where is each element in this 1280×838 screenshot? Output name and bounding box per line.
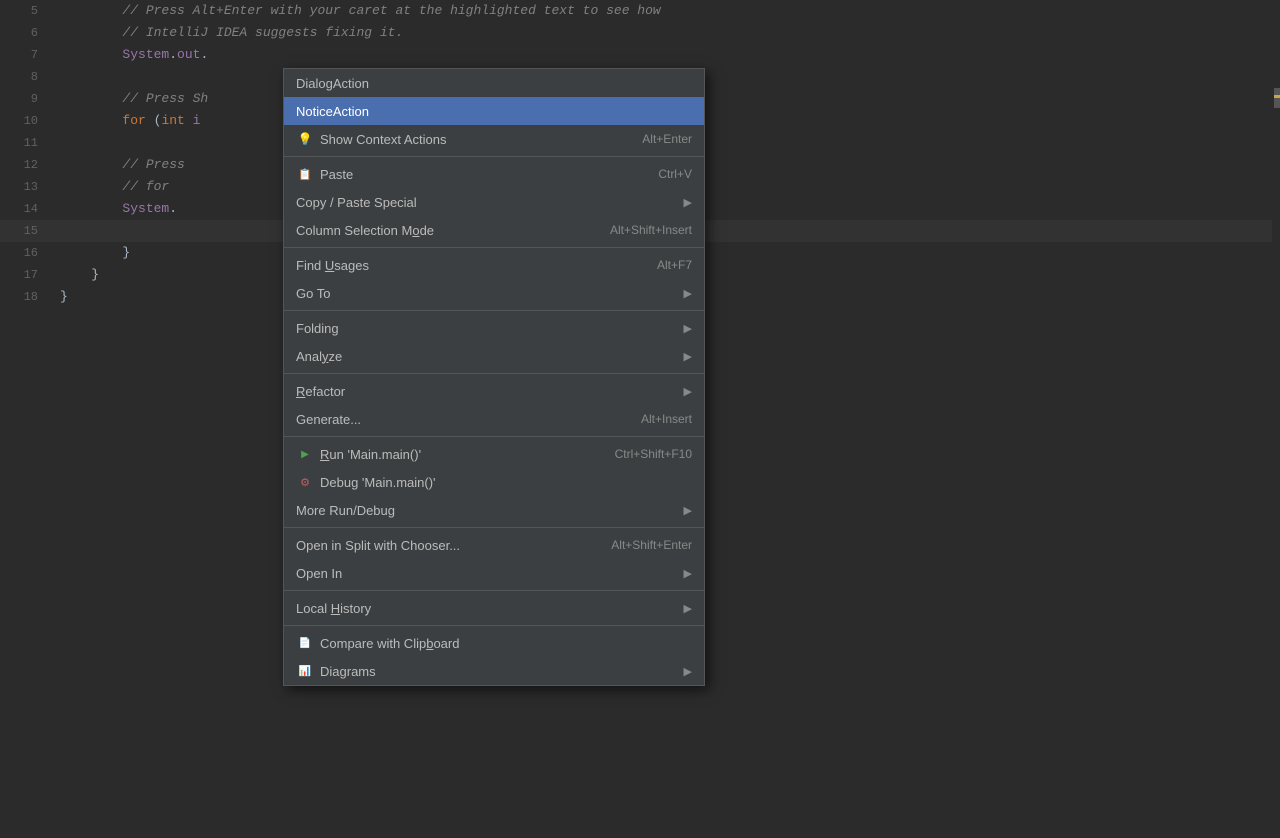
menu-item-run-main-label: Run 'Main.main()' xyxy=(320,447,615,462)
separator-5 xyxy=(284,436,704,437)
menu-item-open-in-label: Open In xyxy=(296,566,678,581)
menu-item-show-context-actions-shortcut: Alt+Enter xyxy=(642,132,692,146)
menu-item-compare-clipboard[interactable]: 📄 Compare with Clipboard xyxy=(284,629,704,657)
menu-item-diagrams[interactable]: 📊 Diagrams ▶ xyxy=(284,657,704,685)
menu-item-open-in-split-label: Open in Split with Chooser... xyxy=(296,538,611,553)
menu-item-folding[interactable]: Folding ▶ xyxy=(284,314,704,342)
separator-6 xyxy=(284,527,704,528)
debug-icon: ⚙ xyxy=(296,476,314,489)
compare-icon: 📄 xyxy=(296,638,314,649)
menu-item-open-in-split[interactable]: Open in Split with Chooser... Alt+Shift+… xyxy=(284,531,704,559)
menu-item-run-main-shortcut: Ctrl+Shift+F10 xyxy=(615,447,692,461)
menu-item-analyze-label: Analyze xyxy=(296,349,678,364)
lightbulb-icon: 💡 xyxy=(296,132,314,146)
diagrams-arrow-icon: ▶ xyxy=(684,665,692,678)
context-menu: DialogAction NoticeAction 💡 Show Context… xyxy=(283,68,705,686)
menu-item-debug-main[interactable]: ⚙ Debug 'Main.main()' xyxy=(284,468,704,496)
run-icon: ▶ xyxy=(296,449,314,460)
menu-item-analyze[interactable]: Analyze ▶ xyxy=(284,342,704,370)
scrollbar-thumb[interactable] xyxy=(1274,88,1280,108)
separator-2 xyxy=(284,247,704,248)
menu-item-copy-paste-special-label: Copy / Paste Special xyxy=(296,195,678,210)
go-to-arrow-icon: ▶ xyxy=(684,287,692,300)
arrow-icon: ▶ xyxy=(684,196,692,209)
menu-item-column-selection-label: Column Selection Mode xyxy=(296,223,610,238)
scroll-marker xyxy=(1274,95,1280,98)
menu-item-dialog-action[interactable]: DialogAction xyxy=(284,69,704,97)
menu-item-column-selection-shortcut: Alt+Shift+Insert xyxy=(610,223,692,237)
menu-item-notice-action-label: NoticeAction xyxy=(296,104,692,119)
line-6: 6 // IntelliJ IDEA suggests fixing it. xyxy=(0,22,1280,44)
refactor-arrow-icon: ▶ xyxy=(684,385,692,398)
menu-item-more-run-debug[interactable]: More Run/Debug ▶ xyxy=(284,496,704,524)
menu-item-local-history[interactable]: Local History ▶ xyxy=(284,594,704,622)
line-5: 5 // Press Alt+Enter with your caret at … xyxy=(0,0,1280,22)
local-history-arrow-icon: ▶ xyxy=(684,602,692,615)
separator-3 xyxy=(284,310,704,311)
menu-item-copy-paste-special[interactable]: Copy / Paste Special ▶ xyxy=(284,188,704,216)
menu-item-folding-label: Folding xyxy=(296,321,678,336)
menu-item-find-usages-label: Find Usages xyxy=(296,258,657,273)
menu-item-diagrams-label: Diagrams xyxy=(320,664,678,679)
more-run-debug-arrow-icon: ▶ xyxy=(684,504,692,517)
menu-item-generate-label: Generate... xyxy=(296,412,641,427)
folding-arrow-icon: ▶ xyxy=(684,322,692,335)
diagrams-icon: 📊 xyxy=(296,666,314,677)
menu-item-generate-shortcut: Alt+Insert xyxy=(641,412,692,426)
menu-item-compare-clipboard-label: Compare with Clipboard xyxy=(320,636,692,651)
separator-7 xyxy=(284,590,704,591)
menu-item-notice-action[interactable]: NoticeAction xyxy=(284,97,704,125)
menu-item-generate[interactable]: Generate... Alt+Insert xyxy=(284,405,704,433)
menu-item-refactor[interactable]: Refactor ▶ xyxy=(284,377,704,405)
menu-item-go-to[interactable]: Go To ▶ xyxy=(284,279,704,307)
menu-item-show-context-actions[interactable]: 💡 Show Context Actions Alt+Enter xyxy=(284,125,704,153)
line-7: 7 System.out. xyxy=(0,44,1280,66)
menu-item-paste-shortcut: Ctrl+V xyxy=(658,167,692,181)
menu-item-more-run-debug-label: More Run/Debug xyxy=(296,503,678,518)
menu-item-run-main[interactable]: ▶ Run 'Main.main()' Ctrl+Shift+F10 xyxy=(284,440,704,468)
menu-item-find-usages[interactable]: Find Usages Alt+F7 xyxy=(284,251,704,279)
menu-item-find-usages-shortcut: Alt+F7 xyxy=(657,258,692,272)
menu-item-local-history-label: Local History xyxy=(296,601,678,616)
open-in-arrow-icon: ▶ xyxy=(684,567,692,580)
menu-item-open-in[interactable]: Open In ▶ xyxy=(284,559,704,587)
menu-item-debug-main-label: Debug 'Main.main()' xyxy=(320,475,692,490)
scrollbar-track[interactable] xyxy=(1272,0,1280,838)
separator-4 xyxy=(284,373,704,374)
paste-icon: 📋 xyxy=(296,168,314,181)
menu-item-paste-label: Paste xyxy=(320,167,658,182)
menu-item-go-to-label: Go To xyxy=(296,286,678,301)
menu-item-column-selection[interactable]: Column Selection Mode Alt+Shift+Insert xyxy=(284,216,704,244)
separator-1 xyxy=(284,156,704,157)
analyze-arrow-icon: ▶ xyxy=(684,350,692,363)
menu-item-open-in-split-shortcut: Alt+Shift+Enter xyxy=(611,538,692,552)
menu-item-refactor-label: Refactor xyxy=(296,384,678,399)
menu-item-show-context-actions-label: Show Context Actions xyxy=(320,132,642,147)
separator-8 xyxy=(284,625,704,626)
menu-item-dialog-action-label: DialogAction xyxy=(296,76,692,91)
menu-item-paste[interactable]: 📋 Paste Ctrl+V xyxy=(284,160,704,188)
